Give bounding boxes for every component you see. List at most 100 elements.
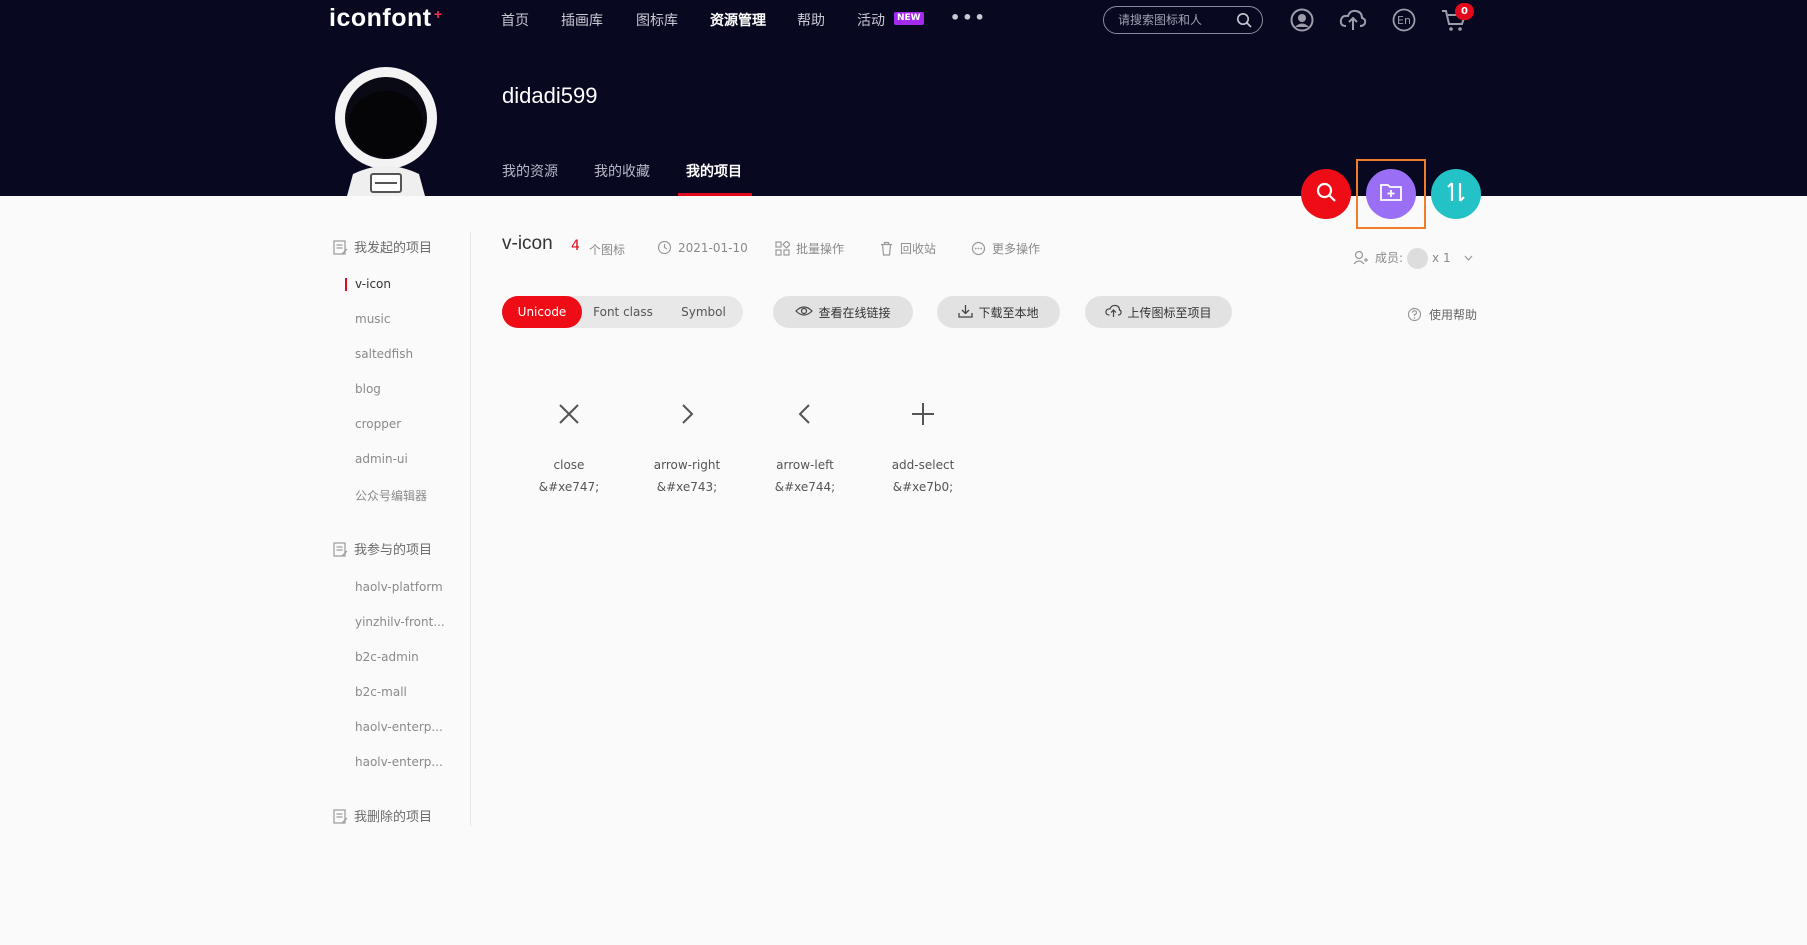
member-avatar[interactable] xyxy=(1407,248,1429,269)
sort-icon xyxy=(1444,180,1468,208)
tab-unicode[interactable]: Unicode xyxy=(502,296,582,328)
view-online-link-button[interactable]: 查看在线链接 xyxy=(773,296,913,328)
tab-my-resources[interactable]: 我的资源 xyxy=(502,161,558,181)
arrow-left-icon xyxy=(791,400,819,428)
more-operations-label: 更多操作 xyxy=(992,242,1041,256)
deleted-projects-heading[interactable]: 我删除的项目 xyxy=(333,806,432,828)
fab-search-button[interactable] xyxy=(1301,169,1351,219)
sidebar-item-blog[interactable]: blog xyxy=(355,382,381,396)
more-circle-icon xyxy=(971,241,986,259)
sidebar-item-cropper[interactable]: cropper xyxy=(355,417,401,431)
search-input[interactable] xyxy=(1118,12,1228,28)
nav-activity[interactable]: 活动 xyxy=(857,10,885,30)
language-en-icon[interactable]: En xyxy=(1391,8,1417,32)
sidebar-item-haolv-platform[interactable]: haolv-platform xyxy=(355,580,443,594)
active-indicator xyxy=(345,278,347,291)
upload-icon[interactable] xyxy=(1339,8,1367,32)
code-mode-switch: Unicode Font class Symbol xyxy=(502,296,743,328)
icon-name: arrow-left xyxy=(776,458,834,472)
search-icon xyxy=(1315,181,1337,207)
member-icon xyxy=(1353,250,1369,268)
sidebar-item-admin-ui[interactable]: admin-ui xyxy=(355,452,408,466)
icon-code: &#xe747; xyxy=(538,480,600,494)
eye-icon xyxy=(795,305,814,320)
plus-icon xyxy=(909,400,937,428)
cart-count-badge: 0 xyxy=(1455,3,1474,20)
upload-icons-button[interactable]: 上传图标至项目 xyxy=(1085,296,1232,328)
grid-icon xyxy=(775,240,791,259)
icon-count-label: 个图标 xyxy=(589,243,626,257)
username: didadi599 xyxy=(502,83,598,108)
project-name: v-icon xyxy=(502,233,553,254)
nav-resource-management[interactable]: 资源管理 xyxy=(710,10,766,30)
recycle-bin-label: 回收站 xyxy=(900,242,937,256)
batch-operation-button[interactable]: 批量操作 xyxy=(775,240,844,259)
nav-home[interactable]: 首页 xyxy=(501,10,529,30)
top-nav: iconfont + 首页 插画库 图标库 资源管理 帮助 活动 NEW ••• … xyxy=(0,0,1807,40)
clock-icon xyxy=(657,240,672,258)
upload-icons-label: 上传图标至项目 xyxy=(1127,305,1212,320)
icon-name: add-select xyxy=(891,458,955,472)
tab-underline xyxy=(678,193,752,196)
sidebar-item-haolv-enterp-1[interactable]: haolv-enterp... xyxy=(355,720,443,734)
download-local-button[interactable]: 下载至本地 xyxy=(937,296,1060,328)
sidebar-item-music[interactable]: music xyxy=(355,312,390,326)
logo-text: iconfont xyxy=(329,4,432,32)
icon-card[interactable]: arrow-left &#xe744; xyxy=(755,390,855,510)
tab-symbol[interactable]: Symbol xyxy=(664,296,743,328)
members-label: 成员: xyxy=(1375,251,1404,265)
arrow-right-icon xyxy=(673,400,701,428)
new-badge: NEW xyxy=(894,12,924,25)
members-selector[interactable]: 成员: x 1 xyxy=(1353,248,1473,269)
icon-card[interactable]: arrow-right &#xe743; xyxy=(637,390,737,510)
search-icon[interactable] xyxy=(1236,12,1252,32)
sidebar-item-haolv-enterp-2[interactable]: haolv-enterp... xyxy=(355,755,443,769)
nav-help[interactable]: 帮助 xyxy=(797,10,825,30)
sidebar-item-wechat-editor[interactable]: 公众号编辑器 xyxy=(355,487,427,504)
question-circle-icon xyxy=(1407,307,1422,325)
profile-header: iconfont + 首页 插画库 图标库 资源管理 帮助 活动 NEW ••• … xyxy=(0,0,1807,196)
sidebar-item-b2c-admin[interactable]: b2c-admin xyxy=(355,650,419,664)
tab-font-class[interactable]: Font class xyxy=(582,296,664,328)
icon-name: arrow-right xyxy=(653,458,721,472)
view-online-link-label: 查看在线链接 xyxy=(818,305,891,320)
fab-add-project-button[interactable] xyxy=(1366,169,1416,219)
joined-projects-title: 我参与的项目 xyxy=(354,543,433,558)
nav-icon-library[interactable]: 图标库 xyxy=(636,10,678,30)
recycle-bin-button[interactable]: 回收站 xyxy=(879,240,936,259)
sidebar-item-yinzhilv-front[interactable]: yinzhilv-front... xyxy=(355,615,445,629)
project-date-text: 2021-01-10 xyxy=(678,241,748,255)
download-icon xyxy=(958,304,974,321)
trash-icon xyxy=(879,241,894,259)
nav-more-icon[interactable]: ••• xyxy=(950,8,987,27)
add-folder-icon xyxy=(1379,181,1403,207)
icon-count: 4 xyxy=(571,238,580,254)
project-list-icon xyxy=(333,809,348,828)
cloud-upload-icon xyxy=(1105,304,1123,321)
icon-card[interactable]: close &#xe747; xyxy=(519,390,619,510)
avatar[interactable] xyxy=(333,66,439,196)
svg-text:En: En xyxy=(1397,14,1411,27)
download-local-label: 下载至本地 xyxy=(978,305,1039,320)
more-operations-button[interactable]: 更多操作 xyxy=(971,240,1040,259)
icon-card[interactable]: add-select &#xe7b0; xyxy=(873,390,973,510)
icon-code: &#xe7b0; xyxy=(892,480,954,494)
user-icon[interactable] xyxy=(1289,8,1315,32)
usage-help-label: 使用帮助 xyxy=(1429,308,1478,322)
sidebar-item-v-icon[interactable]: v-icon xyxy=(355,277,391,291)
sidebar-item-saltedfish[interactable]: saltedfish xyxy=(355,347,413,361)
icon-code: &#xe743; xyxy=(656,480,718,494)
search-box xyxy=(1103,6,1263,34)
tab-my-projects[interactable]: 我的项目 xyxy=(686,161,742,181)
nav-illustrations[interactable]: 插画库 xyxy=(561,10,603,30)
logo[interactable]: iconfont + xyxy=(329,4,442,33)
members-count: x 1 xyxy=(1432,251,1451,265)
tab-my-favorites[interactable]: 我的收藏 xyxy=(594,161,650,181)
sidebar-item-b2c-mall[interactable]: b2c-mall xyxy=(355,685,407,699)
project-date: 2021-01-10 xyxy=(657,240,748,258)
created-projects-title: 我发起的项目 xyxy=(354,241,433,256)
batch-operation-label: 批量操作 xyxy=(796,242,845,256)
usage-help-link[interactable]: 使用帮助 xyxy=(1407,306,1477,325)
project-list-icon xyxy=(333,240,348,259)
fab-sort-button[interactable] xyxy=(1431,169,1481,219)
